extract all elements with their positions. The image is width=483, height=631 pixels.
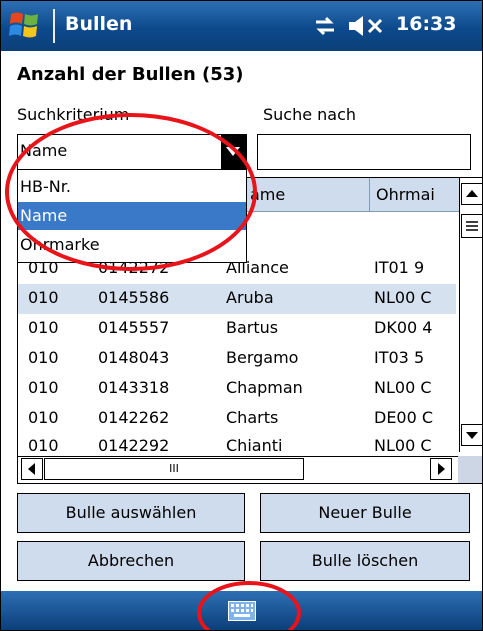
select-bull-button[interactable]: Bulle auswählen [17,493,245,533]
bull-count-heading: Anzahl der Bullen (53) [17,64,244,85]
title-bar: Bullen 16:33 [1,1,482,51]
criterion-dropdown-list: HB-Nr. Name Ohrmarke [17,169,247,263]
criterion-select[interactable]: Name [17,134,247,170]
criterion-value: Name [20,141,68,160]
search-label: Suche nach [263,105,357,124]
option-name[interactable]: Name [18,202,246,230]
app-title: Bullen [65,13,133,35]
scroll-corner [458,456,482,483]
table-row[interactable]: 010 0145557 Bartus DK00 4 [18,314,456,344]
table-row-selected[interactable]: 010 0145586 Aruba NL00 C [18,284,456,314]
criterion-label: Suchkriterium [17,105,130,124]
table-row[interactable]: 010 0143318 Chapman NL00 C [18,374,456,404]
arrow-left-icon [28,463,35,475]
scroll-right-button[interactable] [430,458,452,480]
device-screen: Bullen 16:33 Anzahl der Bullen (53) Such… [0,0,483,631]
connectivity-icon[interactable] [313,15,337,37]
arrow-down-icon [466,432,478,439]
option-ear-tag[interactable]: Ohrmarke [18,231,246,259]
column-header-name[interactable]: ame [244,178,370,212]
dropdown-button[interactable] [221,135,246,169]
arrow-up-icon [466,190,478,197]
scroll-thumb[interactable] [461,214,482,238]
new-bull-button[interactable]: Neuer Bulle [260,493,470,533]
hscroll-thumb[interactable]: III [44,458,304,480]
grip-icon [466,221,478,231]
menu-bar [1,591,482,630]
option-hb-nr[interactable]: HB-Nr. [18,173,246,201]
scroll-up-button[interactable] [461,183,482,205]
cancel-button[interactable]: Abbrechen [17,541,245,581]
column-header-ear-tag[interactable]: Ohrmai [370,178,460,212]
speaker-muted-icon[interactable] [347,14,387,38]
clock[interactable]: 16:33 [396,13,456,35]
table-row[interactable]: 010 0142262 Charts DE00 C [18,404,456,434]
chevron-down-icon [226,147,240,156]
search-input[interactable] [257,134,471,170]
title-separator [53,9,55,43]
vertical-scrollbar[interactable] [459,178,482,452]
windows-logo-icon[interactable] [7,8,43,44]
arrow-right-icon [438,463,445,475]
delete-bull-button[interactable]: Bulle löschen [260,541,470,581]
table-row[interactable]: 010 0148043 Bergamo IT03 5 [18,344,456,374]
scroll-left-button[interactable] [21,458,43,480]
scroll-down-button[interactable] [461,424,482,446]
keyboard-icon[interactable] [228,601,256,621]
horizontal-scrollbar[interactable]: III [18,456,458,482]
